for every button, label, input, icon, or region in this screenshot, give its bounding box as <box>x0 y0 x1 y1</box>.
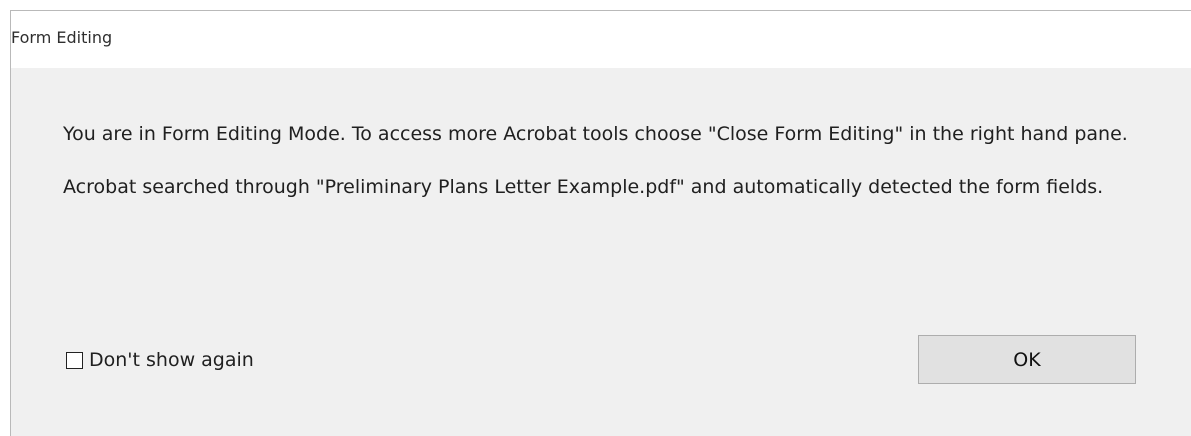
dialog-title: Form Editing <box>11 28 113 47</box>
ok-button[interactable]: OK <box>918 335 1136 384</box>
dont-show-again-label: Don't show again <box>89 349 254 371</box>
dont-show-again-control[interactable]: Don't show again <box>66 347 254 373</box>
dialog-titlebar: Form Editing <box>11 11 1191 68</box>
dialog-content: You are in Form Editing Mode. To access … <box>63 121 1143 201</box>
top-strip <box>0 0 1191 10</box>
message-form-editing-mode: You are in Form Editing Mode. To access … <box>63 123 1128 145</box>
form-editing-dialog: Form Editing You are in Form Editing Mod… <box>10 10 1191 436</box>
message-detected-fields: Acrobat searched through "Preliminary Pl… <box>63 176 1104 198</box>
screen-root: Form Editing You are in Form Editing Mod… <box>0 0 1191 436</box>
dont-show-again-checkbox[interactable] <box>66 351 83 369</box>
